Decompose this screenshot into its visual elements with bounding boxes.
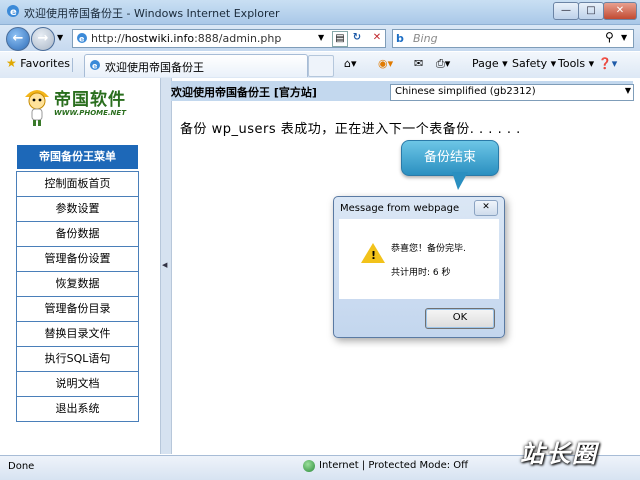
compatibility-view-icon[interactable]: ▤ [332,31,348,47]
home-icon[interactable]: ⌂▾ [344,57,357,70]
logo-url: WWW.PHOME.NET [54,109,126,117]
dialog-message-line1: 恭喜您！备份完毕. [391,244,466,254]
favorites-button[interactable]: ★ Favorites [6,56,70,74]
window-title: 欢迎使用帝国备份王 - Windows Internet Explorer [24,7,280,20]
bing-icon: b [396,32,404,45]
maximize-button[interactable]: □ [578,2,604,20]
menu-item-backup-data[interactable]: 备份数据 [17,222,138,247]
dialog-body: ! 恭喜您！备份完毕. 共计用时: 6 秒 [339,219,499,299]
menu-item-replace-dir-files[interactable]: 替换目录文件 [17,322,138,347]
logo-name: 帝国软件 [54,90,126,110]
collapse-arrow-icon[interactable]: ◀ [162,261,167,269]
menu-item-settings[interactable]: 参数设置 [17,197,138,222]
svg-text:e: e [10,7,17,18]
tab-label: 欢迎使用帝国备份王 [105,61,204,74]
mascot-icon [22,83,52,127]
menu-item-logout[interactable]: 退出系统 [17,397,138,422]
search-icon[interactable]: ⚲ [605,30,614,44]
language-select[interactable]: Chinese simplified (gb2312) ▼ [390,84,634,101]
menu-item-run-sql[interactable]: 执行SQL语句 [17,347,138,372]
menu-item-manage-backup-settings[interactable]: 管理备份设置 [17,247,138,272]
message-dialog: Message from webpage ✕ ! 恭喜您！备份完毕. 共计用时:… [333,196,505,338]
security-zone[interactable]: Internet | Protected Mode: Off [319,460,468,471]
callout-tail [452,172,468,190]
brand-logo: 帝国软件 WWW.PHOME.NET [20,83,140,129]
back-button[interactable]: ← [6,27,30,51]
minimize-button[interactable]: — [553,2,579,20]
tab-admin[interactable]: e 欢迎使用帝国备份王 [84,54,308,77]
close-window-button[interactable]: ✕ [603,2,637,20]
refresh-icon[interactable]: ↻ [350,31,364,45]
dialog-message-line2: 共计用时: 6 秒 [391,268,451,278]
print-icon[interactable]: ⎙▾ [436,57,450,71]
mail-icon[interactable]: ✉ [414,57,423,70]
tab-page-icon: e [89,59,101,71]
search-options-dropdown-icon[interactable]: ▼ [621,33,627,42]
window-titlebar: e 欢迎使用帝国备份王 - Windows Internet Explorer … [0,0,640,25]
chevron-down-icon: ▼ [624,86,631,95]
backup-progress-message: 备份 wp_users 表成功，正在进入下一个表备份. . . . . . [180,122,521,137]
favorites-label: Favorites [20,57,70,70]
globe-icon [303,460,315,472]
watermark-logo: 站长圈 [520,440,598,468]
menu-item-docs[interactable]: 说明文档 [17,372,138,397]
warning-mark: ! [371,249,377,262]
menu-item-control-panel[interactable]: 控制面板首页 [17,172,138,197]
stop-icon[interactable]: ✕ [370,31,384,45]
dialog-close-button[interactable]: ✕ [474,200,498,216]
pane-splitter[interactable]: ◀ [160,78,172,454]
address-bar-row: ← → ▼ e http://hostwiki.info:888/admin.p… [0,25,640,51]
ie-logo-icon: e [6,4,20,18]
annotation-callout: 备份结束 [401,140,499,176]
feeds-icon[interactable]: ◉▾ [378,57,393,70]
address-dropdown-icon[interactable]: ▼ [318,33,324,42]
new-tab-button[interactable] [308,55,334,77]
menu-item-manage-backup-dir[interactable]: 管理备份目录 [17,297,138,322]
ok-button[interactable]: OK [425,308,495,329]
main-header-title: 欢迎使用帝国备份王 [官方站] [171,86,317,99]
svg-text:e: e [92,62,98,71]
divider [72,58,73,72]
side-menu: 控制面板首页 参数设置 备份数据 管理备份设置 恢复数据 管理备份目录 替换目录… [16,171,139,422]
forward-button[interactable]: → [31,27,55,51]
safety-menu[interactable]: Safety ▾ [512,57,556,70]
language-selected-value: Chinese simplified (gb2312) [395,86,536,97]
recent-pages-dropdown-icon[interactable]: ▼ [57,33,63,42]
menu-header: 帝国备份王菜单 [17,145,138,169]
favorites-bar: ★ Favorites e 欢迎使用帝国备份王 ⌂▾ ◉▾ ✉ ⎙▾ Page … [0,52,640,79]
svg-text:e: e [79,35,85,44]
address-url: http://hostwiki.info:888/admin.php [91,32,282,45]
tools-menu[interactable]: Tools ▾ [558,57,594,70]
search-placeholder: Bing [413,32,438,45]
search-input[interactable]: b Bing ⚲ ▼ [392,29,634,48]
menu-item-restore-data[interactable]: 恢复数据 [17,272,138,297]
page-menu[interactable]: Page ▾ [472,57,508,70]
dialog-title: Message from webpage [340,203,460,214]
star-icon: ★ [6,56,17,70]
page-icon: e [76,32,88,44]
status-text: Done [8,461,35,472]
help-icon[interactable]: ❓▾ [598,57,617,70]
